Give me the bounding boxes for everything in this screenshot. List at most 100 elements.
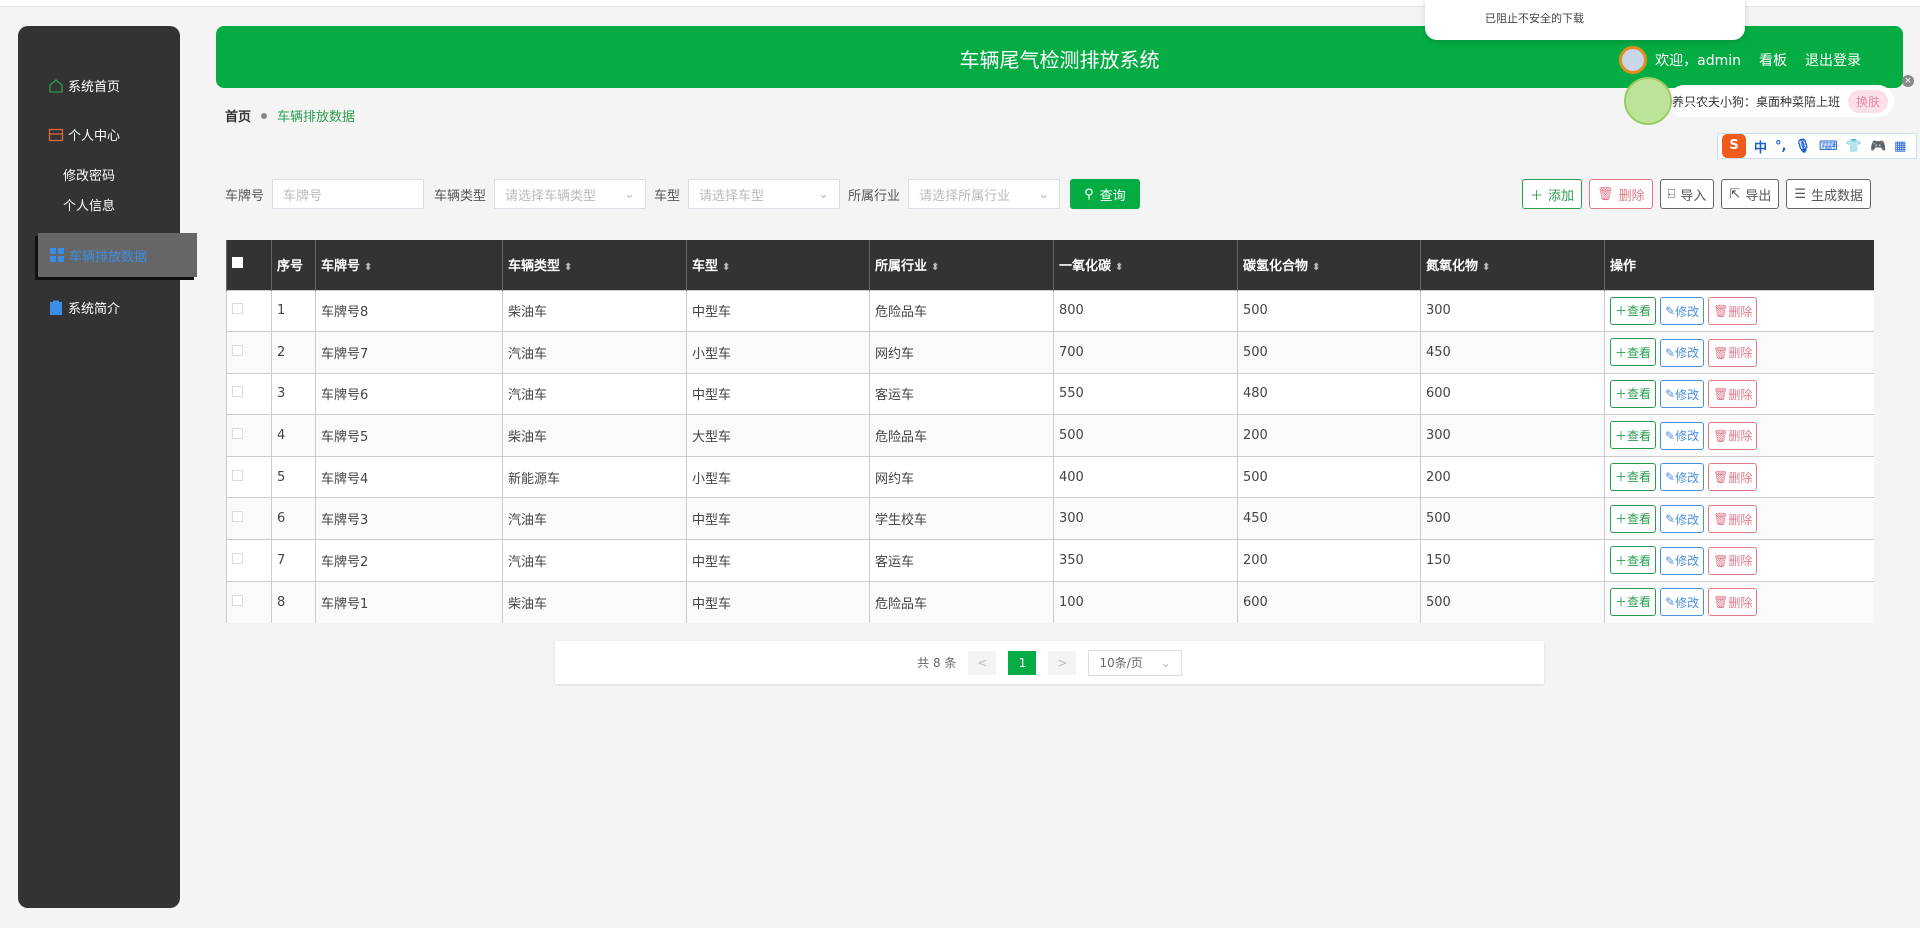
row-select-cell xyxy=(226,372,272,415)
table-cell: 500 xyxy=(1237,289,1421,332)
search-filters: 车牌号 车牌号 车辆类型 请选择车辆类型 ⌄ 车型 请选择车型 ⌄ 所属行业 请选择… xyxy=(225,179,1140,209)
board-link[interactable]: 看板 xyxy=(1759,50,1787,70)
sort-icon[interactable]: ⬍ xyxy=(364,262,372,273)
vtype-placeholder: 请选择车辆类型 xyxy=(505,188,597,204)
delete-row-button[interactable]: 🗑 删除 xyxy=(1708,588,1758,617)
sidebar-item-change-password[interactable]: 修改密码 xyxy=(63,165,115,184)
edit-button[interactable]: ✎ 修改 xyxy=(1660,297,1705,326)
sort-icon[interactable]: ⬍ xyxy=(1312,262,1320,273)
page-size-select[interactable]: 10条/页 ⌄ xyxy=(1088,649,1182,676)
export-button[interactable]: ⇱ 导出 xyxy=(1721,179,1780,209)
total-count: 共 8 条 xyxy=(917,656,957,670)
column-header[interactable]: 车型 ⬍ xyxy=(686,240,870,290)
delete-row-button[interactable]: 🗑 删除 xyxy=(1708,297,1758,326)
edit-button[interactable]: ✎ 修改 xyxy=(1660,463,1705,492)
import-button[interactable]: ⍇ 导入 xyxy=(1659,179,1715,209)
table-row: 3 车牌号6 汽油车 中型车 客运车 550 480 600 ＋查看 ✎ 修改 🗑 删除 xyxy=(226,372,1874,415)
skin-button[interactable]: 换肤 xyxy=(1848,89,1889,113)
table-cell: 500 xyxy=(1420,497,1605,540)
row-checkbox[interactable] xyxy=(232,303,243,315)
sidebar-item-personal-info[interactable]: 个人信息 xyxy=(63,195,115,214)
apps-icon[interactable]: ▦ xyxy=(1894,139,1906,154)
trash-icon: 🗑 xyxy=(1713,595,1729,610)
column-header[interactable]: 车辆类型 ⬍ xyxy=(502,240,687,290)
generate-data-button[interactable]: ☰ 生成数据 xyxy=(1786,179,1871,209)
skin-icon[interactable]: 👕 xyxy=(1846,139,1862,154)
sort-icon[interactable]: ⬍ xyxy=(931,262,939,273)
sidebar-item-intro[interactable]: 系统简介 xyxy=(48,298,120,317)
view-button[interactable]: ＋查看 xyxy=(1610,296,1657,325)
trash-icon: 🗑 xyxy=(1713,470,1729,485)
edit-button[interactable]: ✎ 修改 xyxy=(1660,546,1705,575)
view-button[interactable]: ＋查看 xyxy=(1610,587,1657,616)
sort-icon[interactable]: ⬍ xyxy=(1115,262,1123,273)
column-header[interactable]: 碳氢化合物 ⬍ xyxy=(1237,240,1421,290)
row-checkbox[interactable] xyxy=(232,552,243,564)
view-button[interactable]: ＋查看 xyxy=(1610,421,1657,450)
download-notification[interactable]: 已阻止不安全的下载 xyxy=(1425,0,1745,40)
row-checkbox[interactable] xyxy=(232,344,243,356)
search-button[interactable]: ⚲ 查询 xyxy=(1070,179,1140,209)
sort-icon[interactable]: ⬍ xyxy=(564,262,572,273)
table-cell: 150 xyxy=(1420,539,1605,582)
table-cell: 汽油车 xyxy=(502,539,687,582)
column-header[interactable]: 所属行业 ⬍ xyxy=(869,240,1054,290)
column-header[interactable]: 一氧化碳 ⬍ xyxy=(1053,240,1238,290)
select-all-checkbox[interactable] xyxy=(232,257,243,269)
desktop-pet-widget[interactable]: 养只农夫小狗：桌面种菜陪上班 换肤 xyxy=(1624,77,1904,125)
breadcrumb-home[interactable]: 首页 xyxy=(225,106,251,125)
close-icon[interactable]: × xyxy=(1902,75,1914,87)
punctuation-icon[interactable]: °, xyxy=(1775,139,1786,154)
table-cell: 柴油车 xyxy=(502,580,687,623)
gamepad-icon[interactable]: 🎮 xyxy=(1870,139,1886,154)
delete-row-button[interactable]: 🗑 删除 xyxy=(1708,421,1758,450)
delete-row-button[interactable]: 🗑 删除 xyxy=(1708,546,1758,575)
table-cell: 客运车 xyxy=(869,539,1054,582)
column-header[interactable]: 氮氧化物 ⬍ xyxy=(1420,240,1605,290)
view-button[interactable]: ＋查看 xyxy=(1610,338,1657,367)
delete-button[interactable]: 🗑 删除 xyxy=(1589,179,1653,209)
row-checkbox[interactable] xyxy=(232,469,243,481)
delete-row-button[interactable]: 🗑 删除 xyxy=(1708,380,1758,409)
prev-page-button[interactable]: < xyxy=(968,650,997,675)
page-1-button[interactable]: 1 xyxy=(1008,650,1037,675)
next-page-button[interactable]: > xyxy=(1048,650,1077,675)
sort-icon[interactable]: ⬍ xyxy=(1482,262,1490,273)
delete-row-button[interactable]: 🗑 删除 xyxy=(1708,505,1758,534)
ime-mode[interactable]: 中 xyxy=(1754,137,1767,156)
row-checkbox[interactable] xyxy=(232,428,243,440)
view-button[interactable]: ＋查看 xyxy=(1610,546,1657,575)
column-header[interactable]: 车牌号 ⬍ xyxy=(315,240,503,290)
vtype-select[interactable]: 请选择车辆类型 ⌄ xyxy=(494,179,647,209)
model-select[interactable]: 请选择车型 ⌄ xyxy=(688,179,841,209)
row-checkbox[interactable] xyxy=(232,594,243,606)
sort-icon[interactable]: ⬍ xyxy=(722,262,730,273)
edit-button[interactable]: ✎ 修改 xyxy=(1660,505,1705,534)
toolbar: ＋添加 🗑 删除 ⍇ 导入 ⇱ 导出 ☰ 生成数据 xyxy=(1522,179,1871,209)
delete-row-button[interactable]: 🗑 删除 xyxy=(1708,463,1758,492)
edit-button[interactable]: ✎ 修改 xyxy=(1660,380,1705,409)
keyboard-icon[interactable]: ⌨ xyxy=(1819,139,1838,154)
sidebar-item-emission-data[interactable]: 车辆排放数据 xyxy=(38,233,197,277)
logout-link[interactable]: 退出登录 xyxy=(1805,50,1861,70)
sidebar-item-home[interactable]: 系统首页 xyxy=(48,76,120,95)
add-button[interactable]: ＋添加 xyxy=(1522,179,1583,209)
edit-button[interactable]: ✎ 修改 xyxy=(1660,588,1705,617)
view-button[interactable]: ＋查看 xyxy=(1610,379,1657,408)
row-checkbox[interactable] xyxy=(232,386,243,398)
sidebar-item-personal[interactable]: 个人中心 xyxy=(48,125,120,144)
row-actions: ＋查看 ✎ 修改 🗑 删除 xyxy=(1604,289,1874,332)
view-button[interactable]: ＋查看 xyxy=(1610,462,1657,491)
view-button[interactable]: ＋查看 xyxy=(1610,504,1657,533)
industry-select[interactable]: 请选择所属行业 ⌄ xyxy=(908,179,1061,209)
plate-input[interactable]: 车牌号 xyxy=(272,179,425,209)
row-checkbox[interactable] xyxy=(232,511,243,523)
table-cell: 车牌号8 xyxy=(315,289,503,332)
microphone-icon[interactable]: 🎙 xyxy=(1794,139,1811,154)
edit-button[interactable]: ✎ 修改 xyxy=(1660,421,1705,450)
delete-row-button[interactable]: 🗑 删除 xyxy=(1708,338,1758,367)
chevron-down-icon: ⌄ xyxy=(624,186,636,202)
edit-button[interactable]: ✎ 修改 xyxy=(1660,338,1705,367)
chevron-down-icon: ⌄ xyxy=(1038,186,1050,202)
column-header-label: 一氧化碳 xyxy=(1059,259,1112,275)
